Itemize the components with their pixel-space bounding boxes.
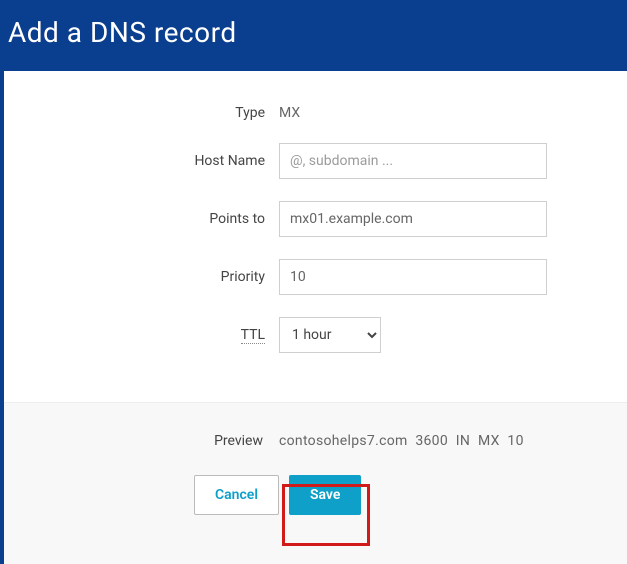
footer: Preview contosohelps7.com 3600 IN MX 10 … <box>4 402 627 564</box>
value-type: MX <box>279 105 627 121</box>
hostname-input[interactable] <box>279 143 547 179</box>
label-type: Type <box>4 105 279 121</box>
form-content: Type MX Host Name Points to Priority TTL… <box>0 71 627 564</box>
row-hostname: Host Name <box>4 143 627 179</box>
button-row: Cancel Save <box>4 475 627 515</box>
dialog-title: Add a DNS record <box>8 16 237 49</box>
dialog-header: Add a DNS record <box>0 0 627 71</box>
preview-text: contosohelps7.com 3600 IN MX 10 <box>279 433 524 449</box>
cancel-button[interactable]: Cancel <box>194 475 279 515</box>
ttl-select[interactable]: 1 hour <box>279 317 381 353</box>
preview-label: Preview <box>4 433 279 449</box>
label-pointsto: Points to <box>4 211 279 227</box>
label-hostname: Host Name <box>4 153 279 169</box>
priority-input[interactable] <box>279 259 547 295</box>
label-ttl: TTL <box>4 327 279 343</box>
row-type: Type MX <box>4 105 627 121</box>
preview-row: Preview contosohelps7.com 3600 IN MX 10 <box>4 433 627 449</box>
row-priority: Priority <box>4 259 627 295</box>
pointsto-input[interactable] <box>279 201 547 237</box>
row-pointsto: Points to <box>4 201 627 237</box>
save-button[interactable]: Save <box>289 475 361 515</box>
label-priority: Priority <box>4 269 279 285</box>
row-ttl: TTL 1 hour <box>4 317 627 353</box>
